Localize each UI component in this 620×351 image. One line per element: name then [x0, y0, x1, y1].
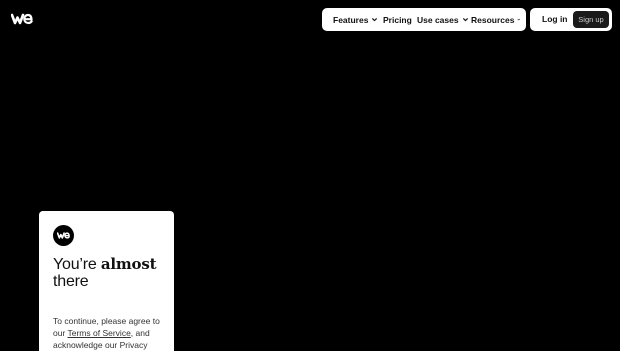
auth-bar: Log in Sign up: [530, 8, 612, 31]
consent-card: You’re almost there To continue, please …: [39, 211, 174, 351]
terms-of-service-link[interactable]: Terms of Service: [68, 328, 131, 338]
nav-label: Features: [333, 14, 369, 25]
nav-label: Resources: [471, 14, 515, 25]
wetransfer-logo-icon: [53, 225, 74, 246]
heading-prefix: You’re: [53, 256, 101, 273]
nav-label: Pricing: [383, 14, 412, 25]
chevron-down-icon: [517, 18, 521, 21]
heading-suffix: there: [53, 273, 89, 290]
consent-text: To continue, please agree to our Terms o…: [53, 315, 168, 351]
wetransfer-logo-icon[interactable]: [11, 12, 33, 26]
nav-item-resources[interactable]: Resources: [471, 15, 521, 25]
nav-item-pricing[interactable]: Pricing: [383, 15, 417, 25]
heading-emphasis: almost: [100, 255, 157, 273]
card-heading: You’re almost there: [53, 255, 168, 291]
nav-item-features[interactable]: Features: [333, 15, 383, 25]
consent-text-middle: , and: [130, 328, 150, 338]
signup-button[interactable]: Sign up: [573, 11, 609, 28]
login-link[interactable]: Log in: [542, 8, 568, 31]
chevron-down-icon: [372, 18, 378, 22]
nav-label: Use cases: [417, 14, 459, 25]
chevron-down-icon: [462, 18, 468, 22]
nav-item-use-cases[interactable]: Use cases: [417, 15, 471, 25]
main-nav: Features Pricing Use cases Resources: [322, 8, 526, 31]
consent-text-cut: acknowledge our Privacy: [53, 340, 148, 350]
